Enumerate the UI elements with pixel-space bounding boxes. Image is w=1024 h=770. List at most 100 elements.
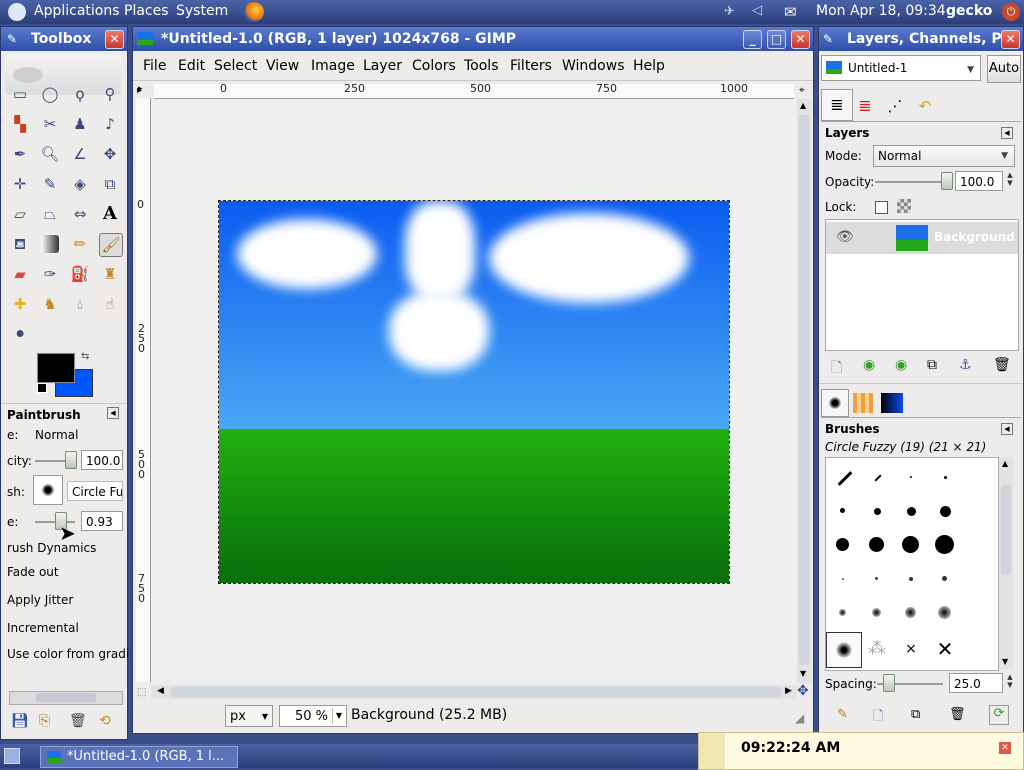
- eraser-tool[interactable]: ▰: [9, 263, 31, 285]
- image-hscroll-thumb[interactable]: [171, 687, 781, 697]
- toolbox-hscroll[interactable]: [9, 691, 123, 705]
- brush-circle-9[interactable]: [894, 494, 928, 528]
- spacing-field[interactable]: 25.0: [949, 673, 1003, 693]
- measure-tool[interactable]: ∠: [69, 143, 91, 165]
- notification-close-icon[interactable]: ✕: [999, 742, 1011, 754]
- brush-fuzzy-2[interactable]: [860, 562, 894, 596]
- brush-fuzzy-6[interactable]: [860, 596, 894, 630]
- raise-layer-icon[interactable]: ◉: [863, 357, 875, 373]
- lock-alpha-icon[interactable]: [897, 199, 911, 213]
- menu-filters[interactable]: Filters: [510, 58, 552, 74]
- scissors-tool[interactable]: ✂: [39, 113, 61, 135]
- foreground-color-swatch[interactable]: [37, 353, 75, 383]
- refresh-brushes-icon[interactable]: ⟳: [989, 705, 1009, 725]
- navigate-icon[interactable]: ⌖: [799, 85, 805, 96]
- zoom-combo[interactable]: 50 % ▼: [279, 705, 347, 727]
- layer-opacity-spin-icon[interactable]: ▲ ▼: [1005, 171, 1015, 187]
- brush-fuzzy-3[interactable]: [894, 562, 928, 596]
- restore-options-icon[interactable]: ⎘: [39, 713, 50, 729]
- close-button[interactable]: ✕: [791, 30, 810, 49]
- perspective-clone-tool[interactable]: ♞: [39, 293, 61, 315]
- paintbrush-tool[interactable]: 🖌︎: [99, 233, 123, 257]
- pencil-tool[interactable]: ✏: [69, 233, 91, 255]
- menu-colors[interactable]: Colors: [412, 58, 456, 74]
- menu-applications[interactable]: Applications: [34, 3, 120, 19]
- menu-layer[interactable]: Layer: [363, 58, 402, 74]
- clone-tool[interactable]: ♜: [99, 263, 121, 285]
- blur-tool[interactable]: 💧︎: [69, 293, 91, 315]
- menu-places[interactable]: Places: [124, 3, 169, 19]
- ink-tool[interactable]: ⛽: [69, 263, 91, 285]
- brush-fuzzy-1[interactable]: [826, 562, 860, 596]
- minimize-button[interactable]: _: [743, 30, 762, 49]
- network-icon[interactable]: ✈: [724, 4, 740, 20]
- navigation-icon[interactable]: ✥: [797, 683, 809, 699]
- layer-name[interactable]: Background: [934, 230, 1015, 244]
- firefox-icon[interactable]: [244, 2, 264, 22]
- brush-pixel-1[interactable]: [894, 460, 928, 494]
- brush-dynamics-label[interactable]: rush Dynamics: [7, 541, 96, 555]
- task-gimp-image[interactable]: *Untitled-1.0 (RGB, 1 l...: [40, 746, 238, 768]
- scroll-up-arrow[interactable]: ▲: [800, 101, 806, 110]
- mail-icon[interactable]: ✉: [784, 3, 804, 21]
- flip-tool[interactable]: ⇔: [69, 203, 91, 225]
- tab-patterns[interactable]: [853, 393, 873, 413]
- auto-button[interactable]: Auto: [987, 55, 1021, 83]
- menu-tools[interactable]: Tools: [464, 58, 499, 74]
- tab-layers[interactable]: ≣: [821, 89, 853, 121]
- save-options-icon[interactable]: 💾︎: [11, 713, 29, 729]
- shutdown-icon[interactable]: ⏻: [1002, 3, 1020, 21]
- color-picker-tool[interactable]: ✒: [9, 143, 31, 165]
- tab-brushes[interactable]: [821, 389, 849, 417]
- show-desktop-icon[interactable]: [4, 748, 20, 764]
- brushes-menu-icon[interactable]: ◀: [1001, 423, 1013, 435]
- apply-jitter-option[interactable]: Apply Jitter: [7, 593, 73, 607]
- delete-options-icon[interactable]: 🗑︎: [69, 713, 87, 729]
- horizontal-ruler[interactable]: 0 250 500 750 1000: [154, 82, 794, 99]
- brush-name-field[interactable]: Circle Fuz: [67, 481, 123, 501]
- foreground-select-tool[interactable]: ♟: [69, 113, 91, 135]
- bucket-fill-tool[interactable]: ⛾: [9, 233, 31, 255]
- volume-icon[interactable]: ◁: [752, 3, 768, 19]
- scroll-left-arrow[interactable]: ◀: [157, 686, 164, 696]
- menu-edit[interactable]: Edit: [178, 58, 205, 74]
- crop-tool[interactable]: ✎: [39, 173, 61, 195]
- layers-close-button[interactable]: ✕: [1001, 30, 1020, 49]
- fuzzy-select-tool[interactable]: ⚲: [99, 83, 121, 105]
- toolbox-titlebar[interactable]: ✎ Toolbox ✕: [1, 27, 127, 51]
- layers-titlebar[interactable]: ✎ Layers, Channels, P ✕: [819, 27, 1023, 51]
- duplicate-layer-icon[interactable]: ⧉: [927, 357, 937, 373]
- menu-system[interactable]: System: [176, 3, 228, 19]
- ellipse-select-tool[interactable]: ◯: [39, 83, 61, 105]
- menu-windows[interactable]: Windows: [562, 58, 625, 74]
- brush-circle-13[interactable]: [826, 528, 860, 562]
- anchor-layer-icon[interactable]: ⚓: [959, 357, 972, 373]
- brush-circle-19[interactable]: [928, 528, 962, 562]
- brush-circle-7[interactable]: [860, 494, 894, 528]
- image-hscroll[interactable]: ◀ ▶: [151, 685, 797, 699]
- brush-circle-5[interactable]: [826, 494, 860, 528]
- notification-popup[interactable]: 09:22:24 AM ✕: [698, 732, 1024, 770]
- tab-channels[interactable]: ≣: [851, 93, 879, 119]
- brush-fuzzy-4[interactable]: [928, 562, 962, 596]
- incremental-option[interactable]: Incremental: [7, 621, 79, 635]
- layer-opacity-thumb[interactable]: [941, 172, 953, 190]
- heal-tool[interactable]: ✚: [9, 293, 31, 315]
- brush-pixel-2[interactable]: [928, 460, 962, 494]
- menu-file[interactable]: File: [143, 58, 166, 74]
- mode-value[interactable]: Normal: [35, 428, 78, 442]
- brush-preview-button[interactable]: [33, 475, 63, 505]
- paths-tool[interactable]: ♪: [99, 113, 121, 135]
- brush-circle-17[interactable]: [894, 528, 928, 562]
- image-vscroll-thumb[interactable]: [799, 115, 809, 665]
- image-vscroll[interactable]: ▲ ▼: [797, 99, 811, 683]
- brush-scroll-up-arrow[interactable]: ▲: [1002, 459, 1008, 468]
- brush-hardness-diagonal[interactable]: [826, 460, 860, 494]
- canvas-image[interactable]: [218, 200, 730, 584]
- edit-brush-icon[interactable]: ✎: [837, 707, 848, 722]
- layer-visibility-eye-icon[interactable]: 👁︎: [836, 229, 854, 245]
- brush-fuzzy-8[interactable]: [928, 596, 962, 630]
- user-name[interactable]: gecko: [946, 3, 992, 19]
- brush-cross-large[interactable]: ✕: [928, 632, 962, 666]
- lock-pixels-checkbox[interactable]: [875, 201, 888, 214]
